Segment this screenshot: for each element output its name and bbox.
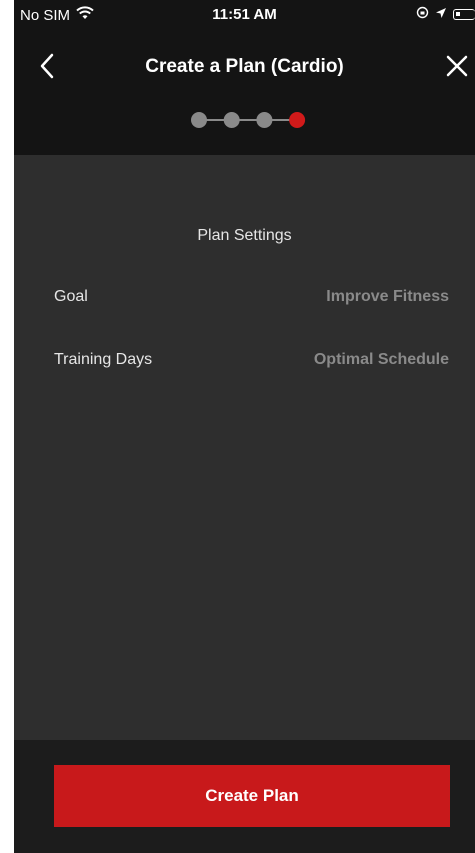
- stepper-dot-1: [191, 112, 207, 128]
- stepper-dot-4: [289, 112, 306, 128]
- location-arrow-icon: [435, 6, 447, 23]
- section-title: Plan Settings: [197, 227, 292, 244]
- status-right: [416, 6, 475, 23]
- page-title: Create a Plan (Cardio): [145, 56, 344, 77]
- footer: Create Plan: [14, 740, 475, 853]
- goal-row[interactable]: Goal Improve Fitness: [54, 288, 449, 312]
- battery-icon: [453, 9, 475, 20]
- create-plan-button[interactable]: Create Plan: [54, 765, 450, 827]
- status-bar: No SIM 11:51 AM: [14, 0, 475, 30]
- goal-label: Goal: [54, 288, 88, 305]
- training-days-row[interactable]: Training Days Optimal Schedule: [54, 351, 449, 375]
- phone-screen: No SIM 11:51 AM Create a Plan (Cardio) P…: [14, 0, 475, 853]
- header: Create a Plan (Cardio): [14, 30, 475, 155]
- close-button[interactable]: [445, 54, 469, 78]
- stepper-dot-2: [223, 112, 240, 128]
- status-time: 11:51 AM: [212, 6, 277, 23]
- training-days-value: Optimal Schedule: [313, 351, 449, 368]
- orientation-lock-icon: [416, 6, 429, 23]
- plan-settings-panel: Plan Settings Goal Improve Fitness Train…: [14, 155, 475, 740]
- stepper-dot-3: [256, 112, 273, 128]
- close-icon: [446, 55, 468, 77]
- progress-stepper: [190, 110, 314, 130]
- goal-value: Improve Fitness: [326, 288, 449, 305]
- training-days-label: Training Days: [54, 351, 153, 368]
